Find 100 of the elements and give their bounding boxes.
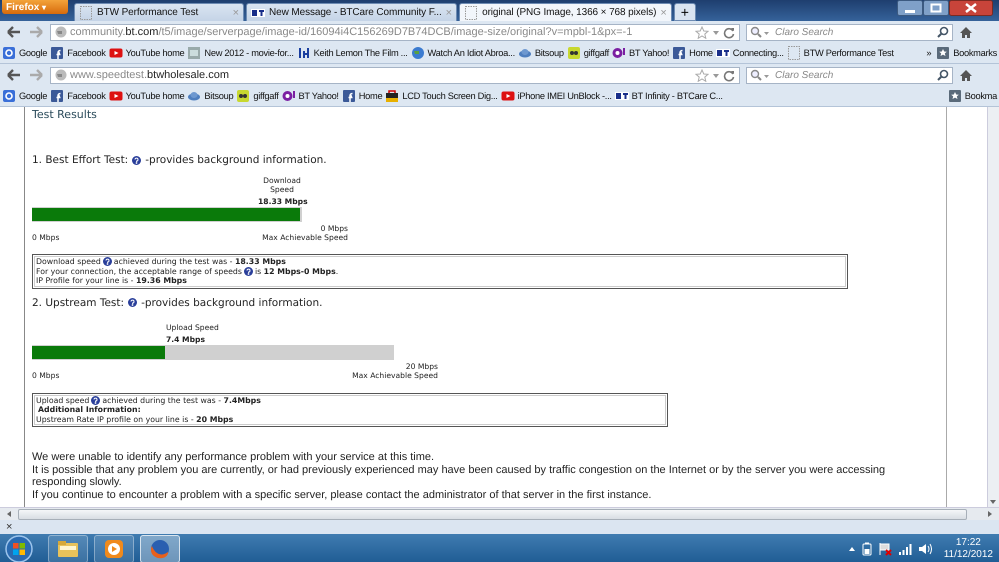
bookmark-item[interactable]: giffgaff — [566, 46, 609, 60]
more-bookmarks-button[interactable]: » — [926, 48, 932, 58]
summary-paragraph: It is possible that any problem you are currently, or had previously experienced may have been caused by traffic congestion on the Internet or by the server you were accessing responding slowly. — [32, 464, 886, 488]
bookmark-item[interactable]: iPhone IMEI UnBlock -... — [500, 89, 612, 103]
scroll-right-icon[interactable] — [987, 510, 993, 518]
bt-logo-icon — [716, 46, 730, 60]
blank-page-icon — [786, 46, 801, 60]
circle-logo-icon — [282, 89, 296, 103]
globe-icon — [410, 46, 425, 60]
bookmark-item[interactable]: Connecting... — [716, 46, 784, 60]
new-tab-button[interactable]: + — [674, 3, 696, 21]
letter-logo-icon — [296, 46, 311, 60]
clock-date[interactable]: 11/12/2012 — [944, 549, 993, 561]
maximize-icon[interactable] — [923, 0, 949, 16]
back-arrow-icon[interactable] — [6, 25, 22, 39]
bookmark-item[interactable]: giffgaff — [236, 89, 279, 103]
bookmark-item[interactable]: YouTube home — [108, 46, 184, 60]
signal-bars-icon[interactable] — [898, 543, 912, 555]
close-icon[interactable] — [949, 0, 993, 16]
help-icon[interactable] — [244, 266, 253, 276]
reload-icon[interactable] — [723, 26, 735, 38]
search-field[interactable]: Claro Search — [746, 24, 953, 40]
back-arrow-icon[interactable] — [6, 68, 22, 82]
search-icon[interactable] — [937, 26, 949, 38]
bookmark-item[interactable]: BT Infinity - BTCare C... — [614, 89, 723, 103]
circle-logo-icon — [612, 46, 626, 60]
find-bar-close-button[interactable]: × — [6, 521, 12, 533]
help-icon[interactable] — [91, 396, 100, 405]
bookmarks-menu-button[interactable]: Bookmarks — [936, 46, 997, 60]
address-bar[interactable]: community.bt.com/t5/image/serverpage/image-id/16094i4C156269D7B74DCB/image-size/original?v=mpbl-1&px=-1 — [50, 24, 740, 40]
test-heading: 1. Best Effort Test: — [32, 154, 128, 166]
taskbar-app-button[interactable] — [48, 535, 88, 562]
test-heading: 2. Upstream Test: — [32, 296, 124, 308]
square-logo-icon — [672, 46, 686, 60]
url-text: www.speedtest.btwholesale.com — [70, 69, 230, 81]
square-logo-icon — [342, 89, 356, 103]
bookmark-item[interactable]: Google — [2, 46, 48, 60]
clock-time[interactable]: 17:22 — [956, 537, 981, 549]
browser-tab[interactable]: New Message - BTCare Community F... × — [246, 3, 458, 21]
square-logo-icon — [236, 89, 250, 103]
square-logo-icon — [2, 46, 16, 60]
search-field[interactable]: Claro Search — [746, 66, 953, 84]
bookmark-item[interactable]: YouTube home — [108, 89, 184, 103]
blank-page-icon — [79, 6, 93, 20]
bookmark-item[interactable]: Home — [672, 46, 713, 60]
minimize-icon[interactable] — [897, 0, 923, 16]
cloud-icon — [518, 46, 532, 60]
show-hidden-icons-icon[interactable] — [848, 546, 856, 552]
taskbar-app-button[interactable] — [94, 535, 134, 562]
taskbar-app-button[interactable] — [140, 535, 180, 562]
play-icon — [103, 539, 125, 559]
bookmark-item[interactable]: BT Yahoo! — [282, 89, 339, 103]
scrollbar-thumb[interactable] — [18, 508, 967, 520]
search-engine-icon[interactable] — [750, 68, 770, 82]
bookmark-item[interactable]: Watch An Idiot Abroa... — [410, 46, 515, 60]
browser-tab[interactable]: original (PNG Image, 1366 × 768 pixels) × — [459, 3, 672, 21]
speaker-icon[interactable] — [918, 543, 932, 555]
section-title: Test Results — [32, 108, 98, 123]
bookmark-item[interactable]: Google — [2, 89, 48, 103]
help-icon[interactable] — [128, 298, 138, 307]
search-icon[interactable] — [937, 68, 949, 82]
square-logo-icon — [50, 89, 64, 103]
fox-globe-icon — [149, 538, 171, 560]
search-engine-icon[interactable] — [750, 26, 770, 38]
flag-warning-icon[interactable] — [878, 542, 892, 556]
bookmark-item[interactable]: Keith Lemon The Film ... — [296, 46, 408, 60]
star-icon[interactable] — [695, 68, 709, 82]
bookmark-item[interactable]: BT Yahoo! — [612, 46, 670, 60]
bookmark-item[interactable]: BTW Performance Test — [786, 46, 894, 60]
help-note: -provides background information. — [141, 296, 322, 308]
bookmark-item[interactable]: Facebook — [50, 89, 106, 103]
square-logo-icon — [2, 89, 16, 103]
bookmark-item[interactable]: Bitsoup — [187, 89, 234, 103]
home-icon[interactable] — [959, 68, 973, 82]
help-note: -provides background information. — [145, 154, 327, 166]
blank-page-icon — [464, 6, 478, 20]
film-poster-icon — [187, 46, 202, 60]
bookmark-item[interactable]: Facebook — [50, 46, 106, 60]
bookmarks-menu-button[interactable]: Bookma — [948, 89, 997, 103]
play-logo-icon — [108, 46, 123, 60]
bookmark-item[interactable]: Home — [342, 89, 382, 103]
tab-title: New Message - BTCare Community F... — [269, 7, 442, 18]
vertical-scrollbar[interactable] — [987, 107, 999, 507]
star-icon[interactable] — [695, 26, 709, 38]
horizontal-scrollbar[interactable] — [0, 507, 999, 520]
scroll-left-icon[interactable] — [6, 510, 12, 518]
home-icon[interactable] — [959, 26, 973, 38]
help-icon[interactable] — [102, 257, 112, 266]
browser-tab[interactable]: BTW Performance Test × — [74, 3, 244, 21]
bookmark-item[interactable]: New 2012 - movie-for... — [187, 46, 294, 60]
address-bar[interactable]: www.speedtest.btwholesale.com — [50, 66, 740, 84]
globe-icon — [55, 26, 67, 38]
start-button-icon[interactable] — [4, 534, 34, 562]
reload-icon[interactable] — [723, 68, 735, 82]
help-icon[interactable] — [132, 156, 142, 164]
bookmark-item[interactable]: Bitsoup — [518, 46, 564, 60]
shopping-bag-icon — [385, 89, 400, 103]
battery-icon[interactable] — [862, 542, 872, 556]
play-logo-icon — [500, 89, 515, 103]
bookmark-item[interactable]: LCD Touch Screen Dig... — [385, 89, 498, 103]
